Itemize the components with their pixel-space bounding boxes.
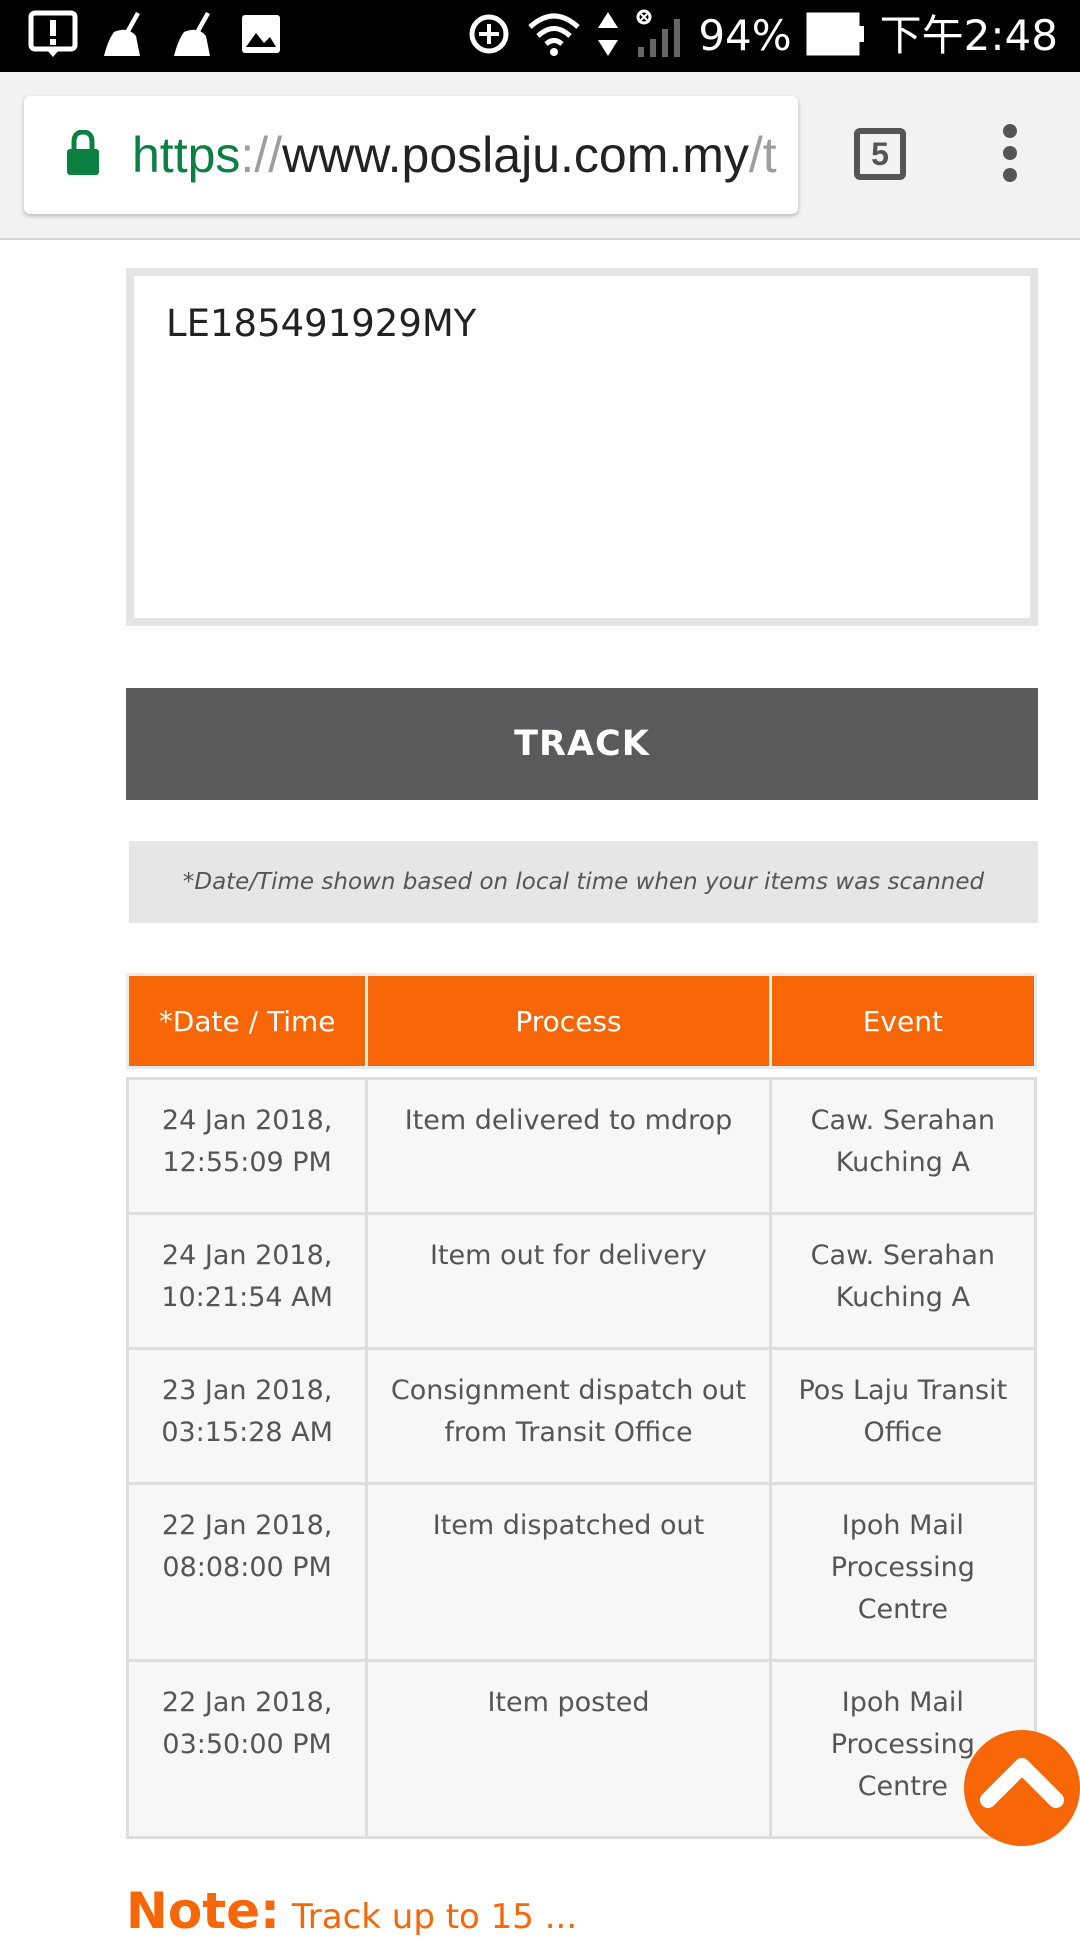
row-process: Consignment dispatch out from Transit Of… bbox=[365, 1347, 772, 1485]
browser-toolbar: https://www.poslaju.com.my/t 5 bbox=[0, 72, 1080, 240]
table-row: 22 Jan 2018, 08:08:00 PM Item dispatched … bbox=[125, 1482, 1038, 1662]
row-date: 22 Jan 2018, bbox=[161, 1510, 333, 1541]
row-date-time: 24 Jan 2018, 12:55:09 PM bbox=[125, 1077, 369, 1215]
data-transfer-icon bbox=[596, 10, 620, 62]
url-bar[interactable]: https://www.poslaju.com.my/t bbox=[24, 96, 798, 214]
image-icon bbox=[240, 13, 282, 59]
tracking-table: *Date / Time Process Event 24 Jan 2018, 1… bbox=[125, 973, 1038, 1839]
lock-icon bbox=[66, 129, 100, 180]
table-header-row: *Date / Time Process Event bbox=[125, 973, 1038, 1069]
battery-icon bbox=[806, 12, 866, 60]
tracking-number-value: LE185491929MY bbox=[166, 302, 477, 345]
row-event: Ipoh Mail Processing Centre bbox=[768, 1482, 1038, 1662]
tracking-number-input[interactable]: LE185491929MY bbox=[126, 268, 1038, 626]
row-event: Caw. Serahan Kuching A bbox=[768, 1212, 1038, 1350]
overflow-menu-icon[interactable] bbox=[998, 124, 1022, 188]
row-event: Caw. Serahan Kuching A bbox=[768, 1077, 1038, 1215]
row-process: Item delivered to mdrop bbox=[365, 1077, 772, 1215]
data-saver-icon bbox=[466, 11, 512, 61]
table-row: 22 Jan 2018, 03:50:00 PM Item posted Ipoh… bbox=[125, 1659, 1038, 1839]
row-date: 23 Jan 2018, bbox=[161, 1375, 333, 1406]
status-bar: 94% 下午2:48 bbox=[0, 0, 1080, 72]
battery-percent: 94% bbox=[698, 11, 792, 60]
table-row: 23 Jan 2018, 03:15:28 AM Consignment disp… bbox=[125, 1347, 1038, 1485]
timezone-note: *Date/Time shown based on local time whe… bbox=[129, 841, 1038, 923]
row-date-time: 23 Jan 2018, 03:15:28 AM bbox=[125, 1347, 369, 1485]
row-date: 24 Jan 2018, bbox=[161, 1105, 333, 1136]
row-date-time: 22 Jan 2018, 03:50:00 PM bbox=[125, 1659, 369, 1839]
url-scheme: https bbox=[132, 127, 241, 183]
row-date-time: 24 Jan 2018, 10:21:54 AM bbox=[125, 1212, 369, 1350]
row-date-time: 22 Jan 2018, 08:08:00 PM bbox=[125, 1482, 369, 1662]
tab-switcher-button[interactable]: 5 bbox=[854, 128, 906, 180]
table-row: 24 Jan 2018, 10:21:54 AM Item out for del… bbox=[125, 1212, 1038, 1350]
wifi-icon bbox=[526, 11, 582, 61]
bottom-note-text: Track up to 15 ... bbox=[292, 1897, 578, 1937]
row-date: 24 Jan 2018, bbox=[161, 1240, 333, 1271]
clock: 下午2:48 bbox=[879, 11, 1058, 60]
url-text: https://www.poslaju.com.my/t bbox=[132, 96, 798, 214]
row-time: 10:21:54 AM bbox=[161, 1282, 333, 1313]
url-host: www.poslaju.com.my bbox=[282, 127, 749, 183]
header-date-time: *Date / Time bbox=[125, 973, 369, 1069]
row-time: 12:55:09 PM bbox=[162, 1147, 332, 1178]
track-button[interactable]: TRACK bbox=[126, 688, 1038, 800]
bottom-note: Note: Track up to 15 ... bbox=[126, 1882, 577, 1940]
row-time: 03:15:28 AM bbox=[161, 1417, 333, 1448]
row-date: 22 Jan 2018, bbox=[161, 1687, 333, 1718]
row-process: Item dispatched out bbox=[365, 1482, 772, 1662]
broom-icon-2 bbox=[170, 10, 218, 62]
alert-notification-icon bbox=[28, 10, 78, 62]
chevron-up-icon bbox=[980, 1758, 1064, 1808]
signal-icon bbox=[634, 9, 684, 63]
row-process: Item posted bbox=[365, 1659, 772, 1839]
broom-icon bbox=[100, 10, 148, 62]
url-path: /t bbox=[748, 127, 777, 183]
table-row: 24 Jan 2018, 12:55:09 PM Item delivered t… bbox=[125, 1077, 1038, 1215]
row-event: Pos Laju Transit Office bbox=[768, 1347, 1038, 1485]
row-time: 03:50:00 PM bbox=[162, 1729, 332, 1760]
bottom-note-heading: Note: bbox=[126, 1882, 281, 1940]
row-process: Item out for delivery bbox=[365, 1212, 772, 1350]
scroll-to-top-button[interactable] bbox=[964, 1730, 1080, 1846]
header-event: Event bbox=[768, 973, 1038, 1069]
header-process: Process bbox=[365, 973, 772, 1069]
url-separator: :// bbox=[240, 127, 283, 183]
row-time: 08:08:00 PM bbox=[162, 1552, 332, 1583]
